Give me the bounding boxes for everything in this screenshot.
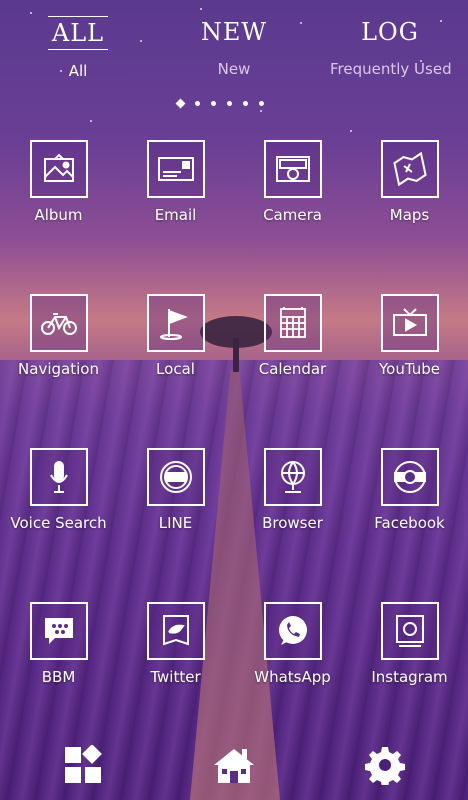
widgets-button[interactable] [58, 742, 108, 788]
tab-all-label: All [68, 62, 88, 80]
app-maps[interactable]: Maps [351, 140, 468, 224]
app-label: BBM [41, 668, 76, 686]
app-label: Camera [263, 206, 322, 224]
settings-icon [365, 747, 405, 785]
app-camera[interactable]: Camera [234, 140, 351, 224]
page-dot [243, 101, 248, 106]
app-local[interactable]: Local [117, 294, 234, 378]
tab-bar: ALL All NEW New LOG Frequently Used [0, 0, 468, 96]
page-dot [227, 101, 232, 106]
widgets-icon [65, 745, 102, 783]
flag-icon [146, 294, 205, 352]
maps-icon [380, 140, 439, 198]
app-instagram[interactable]: Instagram [351, 602, 468, 686]
email-icon [146, 140, 205, 198]
microphone-icon [29, 448, 88, 506]
app-label: Voice Search [10, 514, 107, 532]
globe-icon [263, 448, 322, 506]
app-label: Twitter [150, 668, 201, 686]
app-twitter[interactable]: Twitter [117, 602, 234, 686]
app-label: Maps [389, 206, 430, 224]
app-label: Instagram [371, 668, 448, 686]
app-label: WhatsApp [254, 668, 331, 686]
twitter-icon [146, 602, 205, 660]
tab-new-title: NEW [200, 18, 268, 46]
page-dot [259, 101, 264, 106]
tab-new-label: New [217, 60, 251, 78]
app-label: Local [156, 360, 195, 378]
tab-new[interactable]: NEW New [174, 16, 294, 78]
app-voice-search[interactable]: Voice Search [0, 448, 117, 532]
home-icon [214, 749, 254, 783]
tab-all-title: ALL [47, 16, 109, 50]
app-label: Calendar [258, 360, 327, 378]
settings-button[interactable] [360, 742, 410, 788]
instagram-icon [380, 602, 439, 660]
page-dot [211, 101, 216, 106]
app-youtube[interactable]: YouTube [351, 294, 468, 378]
app-whatsapp[interactable]: WhatsApp [234, 602, 351, 686]
dock [0, 730, 468, 800]
bicycle-icon [29, 294, 88, 352]
bbm-icon [29, 602, 88, 660]
app-browser[interactable]: Browser [234, 448, 351, 532]
app-email[interactable]: Email [117, 140, 234, 224]
page-dot-active [175, 98, 186, 109]
album-icon [29, 140, 88, 198]
app-calendar[interactable]: Calendar [234, 294, 351, 378]
camera-icon [263, 140, 322, 198]
app-label: Browser [262, 514, 323, 532]
app-label: LINE [158, 514, 193, 532]
app-label: Email [154, 206, 197, 224]
tab-log-label: Frequently Used [330, 60, 452, 78]
tv-icon [380, 294, 439, 352]
home-button[interactable] [209, 742, 259, 788]
app-facebook[interactable]: Facebook [351, 448, 468, 532]
page-indicator [175, 98, 264, 109]
whatsapp-icon [263, 602, 322, 660]
app-label: YouTube [379, 360, 440, 378]
line-icon [146, 448, 205, 506]
app-navigation[interactable]: Navigation [0, 294, 117, 378]
tab-log-title: LOG [361, 18, 419, 46]
app-label: Album [34, 206, 83, 224]
tab-log[interactable]: LOG Frequently Used [330, 16, 452, 78]
app-album[interactable]: Album [0, 140, 117, 224]
app-label: Navigation [18, 360, 99, 378]
tab-all[interactable]: ALL All [18, 16, 138, 80]
page-dot [195, 101, 200, 106]
app-bbm[interactable]: BBM [0, 602, 117, 686]
calendar-icon [263, 294, 322, 352]
app-line[interactable]: LINE [117, 448, 234, 532]
facebook-icon [380, 448, 439, 506]
app-label: Facebook [374, 514, 445, 532]
